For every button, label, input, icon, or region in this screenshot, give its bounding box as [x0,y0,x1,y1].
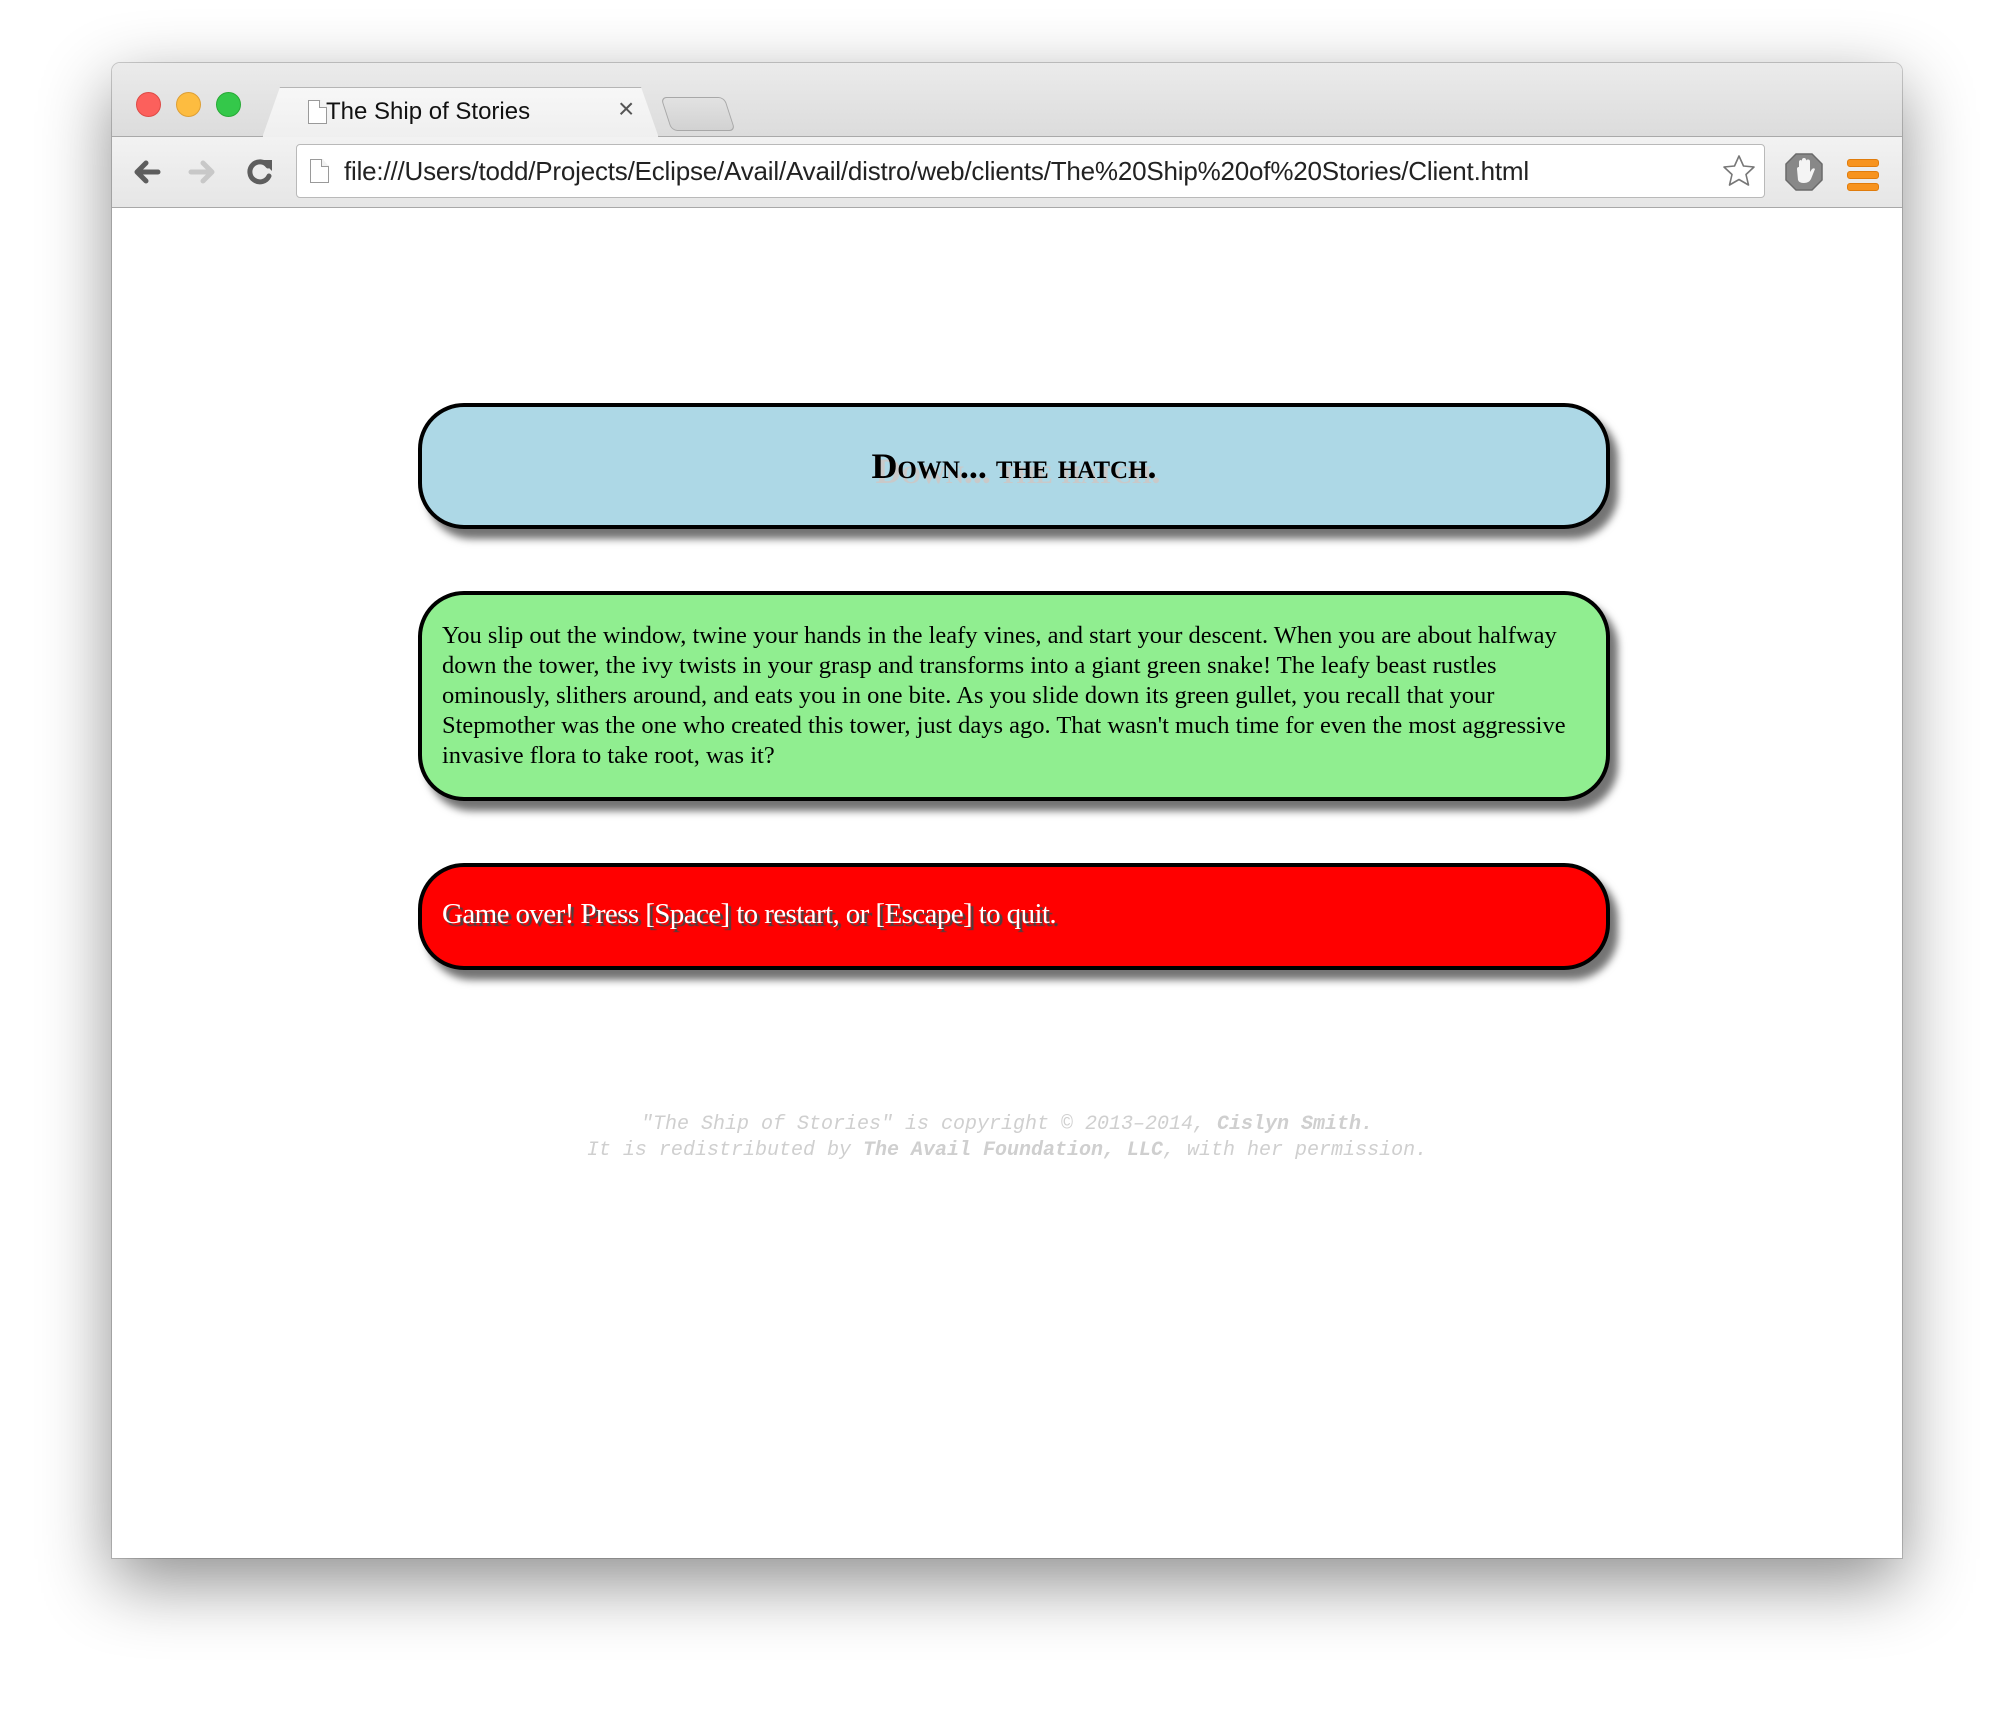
game-over-message: Game over! Press [Space] to restart, or … [442,898,1057,930]
forward-button[interactable] [183,153,221,191]
story-text: You slip out the window, twine your hand… [442,622,1566,769]
page-document-icon [310,159,329,183]
footer-organization: The Avail Foundation, LLC [862,1139,1164,1162]
document-icon [308,100,327,124]
address-bar[interactable]: file:///Users/todd/Projects/Eclipse/Avai… [296,144,1765,198]
back-button[interactable] [128,153,166,191]
forward-arrow-icon [188,160,215,184]
url-text[interactable]: file:///Users/todd/Projects/Eclipse/Avai… [344,156,1529,187]
copyright-footer: "The Ship of Stories" is copyright © 201… [112,1112,1902,1164]
story-panel: You slip out the window, twine your hand… [418,591,1610,801]
window-zoom-button[interactable] [216,92,241,117]
footer-author: Cislyn Smith. [1217,1113,1374,1136]
tab-close-icon[interactable]: × [618,95,634,123]
footer-line-2: It is redistributed by The Avail Foundat… [112,1138,1902,1164]
new-tab-button[interactable] [660,97,736,131]
hamburger-menu-icon[interactable] [1847,159,1879,191]
heading-panel: Down... the hatch. [418,403,1610,529]
tab-the-ship-of-stories[interactable]: The Ship of Stories × [262,87,657,137]
footer-redistribution-text: It is redistributed by [586,1139,863,1162]
window-minimize-button[interactable] [176,92,201,117]
page-content: Down... the hatch. You slip out the wind… [112,208,1902,1558]
footer-copyright-text: "The Ship of Stories" is copyright © 201… [640,1113,1218,1136]
adblock-hand-icon[interactable] [1784,152,1824,192]
tab-strip: The Ship of Stories × [112,63,1902,137]
tab-title: The Ship of Stories [326,98,531,125]
back-arrow-icon [134,160,161,184]
footer-line-1: "The Ship of Stories" is copyright © 201… [112,1112,1902,1138]
reload-icon [247,159,272,185]
browser-toolbar: file:///Users/todd/Projects/Eclipse/Avai… [112,137,1902,208]
reload-button[interactable] [241,153,279,191]
star-icon[interactable] [1720,152,1758,190]
status-panel: Game over! Press [Space] to restart, or … [418,863,1610,970]
window-close-button[interactable] [136,92,161,117]
footer-permission-text: , with her permission. [1163,1139,1428,1162]
story-heading: Down... the hatch. [871,446,1157,486]
browser-window: The Ship of Stories × file:///Users/todd… [112,63,1902,1558]
